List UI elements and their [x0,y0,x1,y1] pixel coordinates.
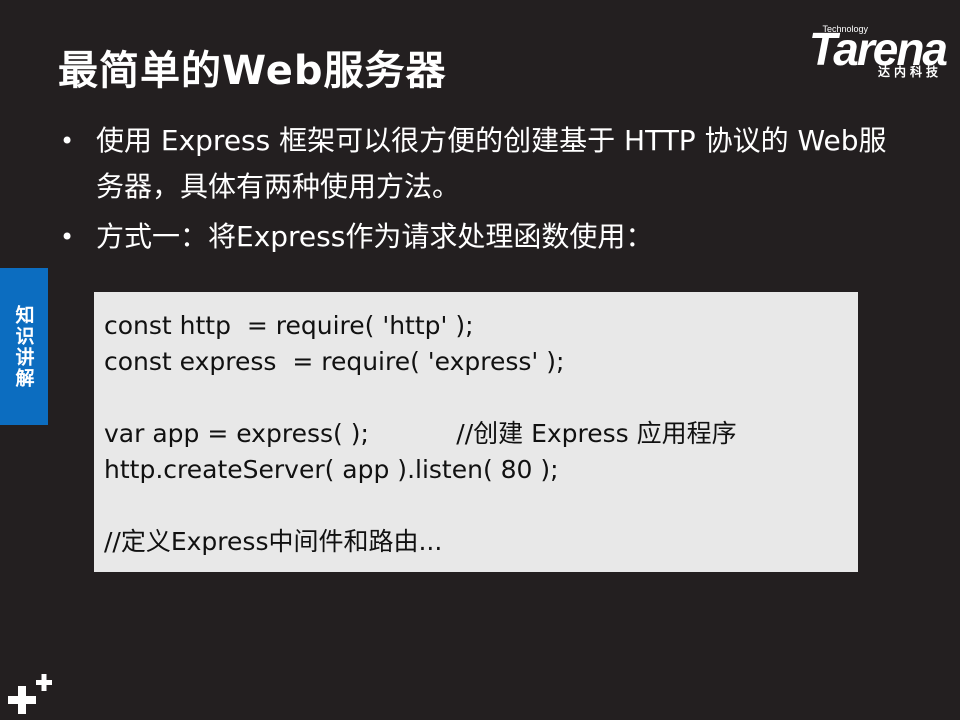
plus-icon [8,674,52,714]
code-line: const express = require( 'express' ); [104,347,565,376]
bullet-text: 方式一：将Express作为请求处理函数使用： [96,220,654,253]
bullet-text: 使用 Express 框架可以很方便的创建基于 HTTP 协议的 Web服务器，… [96,124,887,203]
bullet-dot-icon: • [60,223,75,251]
bullet-dot-icon: • [60,127,75,155]
side-tab-label: 知识讲解 [12,304,35,389]
slide-title: 最简单的Web服务器 [58,48,447,94]
side-tab: 知识讲解 [0,268,48,425]
tarena-logo: Technology Tarena 达内科技 [776,20,948,82]
bullet-list: • 使用 Express 框架可以很方便的创建基于 HTTP 协议的 Web服务… [60,118,900,264]
bullet-item: • 使用 Express 框架可以很方便的创建基于 HTTP 协议的 Web服务… [60,118,900,210]
code-line: var app = express( ); //创建 Express 应用程序 [104,419,737,448]
code-block: const http = require( 'http' ); const ex… [94,292,858,572]
code-line: http.createServer( app ).listen( 80 ); [104,455,559,484]
logo-chinese-name: 达内科技 [877,65,942,79]
code-line: //定义Express中间件和路由... [104,527,443,556]
bullet-item: • 方式一：将Express作为请求处理函数使用： [60,214,900,260]
code-line: const http = require( 'http' ); [104,311,474,340]
